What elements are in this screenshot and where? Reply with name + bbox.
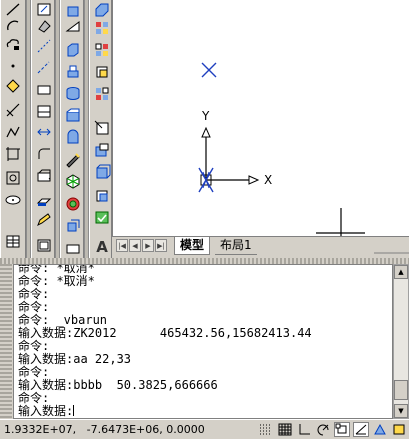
- ucs-drawing: [198, 62, 365, 236]
- command-window: 命令: *取消* 命令: *取消* 命令: 命令: 命令: _vbarun 输入…: [0, 264, 409, 419]
- revolve-icon[interactable]: [63, 128, 83, 146]
- first-tab-button[interactable]: |◀: [116, 239, 128, 252]
- visual-style-icon[interactable]: [92, 18, 112, 36]
- scroll-up-button[interactable]: ▲: [394, 265, 408, 279]
- wireframe-icon[interactable]: [92, 140, 112, 158]
- fillet-icon[interactable]: [34, 144, 54, 162]
- ucs-y-arrow: [201, 126, 211, 138]
- array-icon[interactable]: [34, 236, 54, 254]
- arc-icon[interactable]: [3, 16, 23, 34]
- explode-icon[interactable]: [34, 166, 54, 184]
- scroll-down-button[interactable]: ▼: [394, 404, 408, 418]
- realistic-icon[interactable]: [92, 162, 112, 180]
- osnap-icon[interactable]: [334, 422, 350, 437]
- text-cursor: [73, 405, 75, 416]
- last-tab-button[interactable]: ▶|: [155, 239, 167, 252]
- check-icon[interactable]: [92, 208, 112, 226]
- tab-model[interactable]: 模型: [174, 237, 211, 255]
- flat-icon[interactable]: [92, 84, 112, 102]
- shade-icon[interactable]: [92, 40, 112, 58]
- 3dorbit-icon[interactable]: [92, 0, 112, 18]
- ellipse-icon[interactable]: [3, 190, 23, 208]
- horizontal-scrollbar[interactable]: [374, 238, 409, 254]
- thicken-icon[interactable]: [63, 238, 83, 256]
- command-scrollbar[interactable]: ▲ ▼: [393, 264, 409, 419]
- command-window-handle[interactable]: [0, 264, 12, 419]
- spline-icon[interactable]: [3, 122, 23, 140]
- gouraud-icon[interactable]: [92, 62, 112, 80]
- crosshair-cursor: [316, 208, 365, 236]
- command-line: 输入数据:ZK2012 465432.56,15682413.44: [18, 326, 312, 340]
- next-tab-button[interactable]: ▶: [142, 239, 154, 252]
- pencil-icon[interactable]: [34, 210, 54, 228]
- interfere-icon[interactable]: [63, 216, 83, 234]
- polygon-icon[interactable]: [3, 144, 23, 162]
- grid-icon[interactable]: [277, 422, 293, 437]
- torus-icon[interactable]: [63, 194, 83, 212]
- slice-icon[interactable]: [63, 150, 83, 168]
- sphere-icon[interactable]: [63, 62, 83, 80]
- trim-icon[interactable]: [34, 102, 54, 120]
- cylinder-icon[interactable]: [63, 84, 83, 102]
- hatch-icon[interactable]: [3, 76, 23, 94]
- text-style-icon[interactable]: A: [92, 238, 112, 256]
- erase-icon[interactable]: [34, 190, 54, 208]
- polar-icon[interactable]: [315, 422, 331, 437]
- ucs-x-arrow: [248, 175, 260, 185]
- coordinate-display[interactable]: 1.9332E+07, -7.6473E+06, 0.0000: [4, 423, 205, 436]
- chamfer-icon[interactable]: [34, 122, 54, 140]
- stretch-icon[interactable]: [34, 80, 54, 98]
- cone-icon[interactable]: [63, 40, 83, 58]
- prev-tab-button[interactable]: ◀: [129, 239, 141, 252]
- ducs-icon[interactable]: [372, 422, 388, 437]
- drawing-area[interactable]: Y X: [112, 0, 409, 236]
- command-prompt-label: 输入数据:: [18, 404, 74, 418]
- section-icon[interactable]: [63, 172, 83, 190]
- status-bar: 1.9332E+07, -7.6473E+06, 0.0000: [0, 419, 409, 439]
- hidden-icon[interactable]: [92, 118, 112, 136]
- point-icon[interactable]: [3, 56, 23, 74]
- dyn-icon[interactable]: [391, 422, 407, 437]
- revision-cloud-icon[interactable]: [3, 34, 23, 52]
- command-prompt[interactable]: 输入数据:: [18, 404, 75, 418]
- ucs-x-label: X: [264, 173, 273, 187]
- otrack-icon[interactable]: [353, 422, 369, 437]
- scroll-thumb[interactable]: [394, 380, 408, 400]
- region-icon[interactable]: [3, 168, 23, 186]
- solids-toolbar: [60, 0, 84, 258]
- offset-icon[interactable]: [34, 58, 54, 76]
- extrude-icon[interactable]: [63, 106, 83, 124]
- copy-icon[interactable]: [34, 16, 54, 34]
- modify-toolbar: [31, 0, 55, 258]
- point-marker: [201, 62, 217, 78]
- tab-layout1[interactable]: 布局1: [215, 237, 257, 255]
- view-toolbar: A: [89, 0, 112, 258]
- layout-tab-bar: |◀ ◀ ▶ ▶| 模型 布局1: [112, 236, 409, 256]
- ortho-icon[interactable]: [296, 422, 312, 437]
- draw-toolbar: [0, 0, 26, 258]
- ucs-y-label: Y: [202, 109, 210, 123]
- xline-icon[interactable]: [3, 100, 23, 118]
- conceptual-icon[interactable]: [92, 186, 112, 204]
- rotate-icon[interactable]: [34, 36, 54, 54]
- wedge-icon[interactable]: [63, 16, 83, 34]
- snap-icon[interactable]: [258, 422, 274, 437]
- table-icon[interactable]: [3, 232, 23, 250]
- command-history[interactable]: 命令: *取消* 命令: *取消* 命令: 命令: 命令: _vbarun 输入…: [13, 264, 393, 419]
